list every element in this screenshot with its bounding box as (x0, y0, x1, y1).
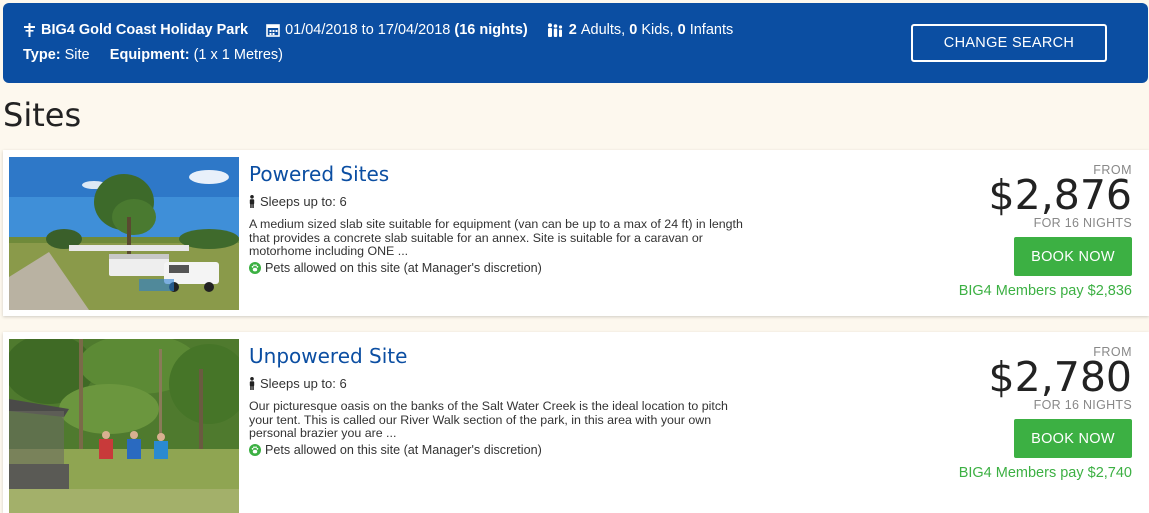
members-price: BIG4 Members pay $2,740 (958, 465, 1132, 481)
page-title: Sites (3, 96, 82, 134)
site-description: Our picturesque oasis on the banks of th… (249, 399, 728, 440)
pets-row: Pets allowed on this site (at Manager's … (249, 261, 759, 275)
equipment-label: Equipment: (109, 47, 190, 63)
site-photo[interactable] (9, 157, 239, 310)
kids-count: 0 (629, 22, 638, 38)
date-segment: 01/04/2018 to 17/04/2018 (16 nights) (266, 22, 528, 38)
sleeps-row: Sleeps up to: 6 (249, 194, 759, 209)
book-now-button[interactable]: BOOK NOW (1014, 419, 1132, 458)
people-icon (547, 23, 562, 37)
infants-count: 0 (677, 22, 686, 38)
site-name-link[interactable]: Unpowered Site (249, 344, 759, 368)
equipment-value: (1 x 1 Metres) (193, 47, 284, 63)
paw-icon (249, 443, 261, 456)
site-info: Powered Sites Sleeps up to: 6 A medium s… (249, 162, 759, 275)
person-icon (249, 377, 255, 390)
price-panel: FROM $2,876 FOR 16 NIGHTS BOOK NOW BIG4 … (872, 163, 1132, 299)
site-info: Unpowered Site Sleeps up to: 6 Our pictu… (249, 344, 759, 457)
adults-count: 2 (568, 22, 577, 38)
park-segment: BIG4 Gold Coast Holiday Park (23, 22, 248, 38)
adults-label: Adults, (580, 22, 626, 38)
park-icon (24, 23, 35, 37)
search-criteria-row: Type: Site Equipment: (1 x 1 Metres) (23, 47, 283, 63)
nights-count: (16 nights) (454, 22, 528, 38)
pets-text: Pets allowed on this site (at Manager's … (265, 260, 542, 275)
price-panel: FROM $2,780 FOR 16 NIGHTS BOOK NOW BIG4 … (872, 345, 1132, 481)
site-description: A medium sized slab site suitable for eq… (249, 217, 743, 258)
search-summary-bar: BIG4 Gold Coast Holiday Park 01/04/2018 … (3, 3, 1148, 83)
calendar-icon (266, 24, 280, 37)
price-value: $2,780 (988, 353, 1132, 401)
sleeps-text: Sleeps up to: 6 (260, 194, 347, 209)
pets-row: Pets allowed on this site (at Manager's … (249, 443, 759, 457)
search-summary-row: BIG4 Gold Coast Holiday Park 01/04/2018 … (23, 22, 751, 38)
kids-label: Kids, (641, 22, 674, 38)
change-search-button[interactable]: CHANGE SEARCH (911, 24, 1107, 62)
person-icon (249, 195, 255, 208)
book-now-button[interactable]: BOOK NOW (1014, 237, 1132, 276)
site-name-link[interactable]: Powered Sites (249, 162, 759, 186)
guests-segment: 2 Adults, 0 Kids, 0 Infants (546, 22, 734, 38)
park-name: BIG4 Gold Coast Holiday Park (41, 22, 249, 38)
type-label: Type: (23, 47, 61, 63)
infants-label: Infants (689, 22, 734, 38)
paw-icon (249, 261, 261, 274)
site-card: Unpowered Site Sleeps up to: 6 Our pictu… (3, 332, 1149, 513)
site-photo[interactable] (9, 339, 239, 513)
pets-text: Pets allowed on this site (at Manager's … (265, 442, 542, 457)
site-card: Powered Sites Sleeps up to: 6 A medium s… (3, 150, 1149, 316)
sleeps-row: Sleeps up to: 6 (249, 376, 759, 391)
sleeps-text: Sleeps up to: 6 (260, 376, 347, 391)
price-value: $2,876 (988, 171, 1132, 219)
type-value: Site (64, 47, 90, 63)
members-price: BIG4 Members pay $2,836 (958, 283, 1132, 299)
date-range: 01/04/2018 to 17/04/2018 (285, 22, 451, 38)
